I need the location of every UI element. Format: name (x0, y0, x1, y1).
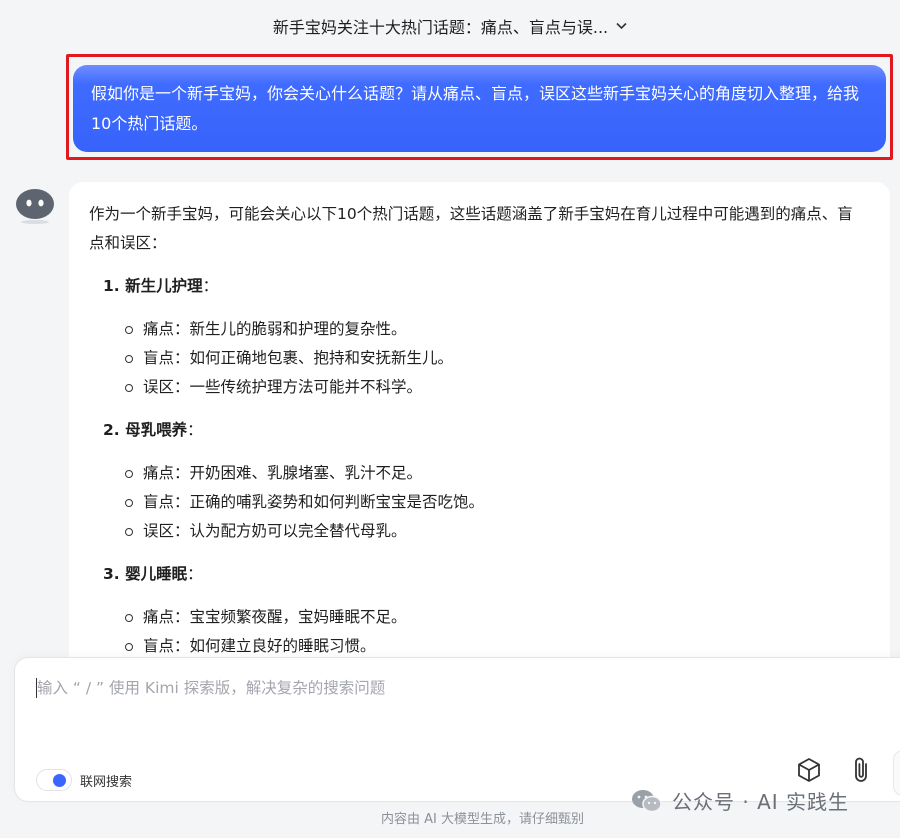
bot-message-text: 作为一个新手宝妈，可能会关心以下10个热门话题，这些话题涵盖了新手宝妈在育儿过程… (89, 200, 866, 675)
web-search-switch[interactable] (36, 769, 72, 791)
user-message-highlight: 假如你是一个新手宝妈，你会关心什么话题？请从痛点、盲点，误区这些新手宝妈关心的角… (66, 54, 893, 160)
list-item: 误区：认为配方奶可以完全替代母乳。 (125, 517, 866, 546)
send-button[interactable] (893, 750, 900, 796)
user-message-bubble: 假如你是一个新手宝妈，你会关心什么话题？请从痛点、盲点，误区这些新手宝妈关心的角… (73, 65, 886, 152)
chat-title-bar[interactable]: 新手宝妈关注十大热门话题：痛点、盲点与误... (0, 0, 900, 52)
chat-input-box[interactable]: 输入 “ / ” 使用 Kimi 探索版，解决复杂的搜索问题 联网搜索 (14, 657, 900, 802)
list-item: 盲点：正确的哺乳姿势和如何判断宝宝是否吃饱。 (125, 488, 866, 517)
chat-title[interactable]: 新手宝妈关注十大热门话题：痛点、盲点与误... (273, 14, 608, 38)
web-search-toggle[interactable]: 联网搜索 (36, 769, 132, 791)
user-message-text: 假如你是一个新手宝妈，你会关心什么话题？请从痛点、盲点，误区这些新手宝妈关心的角… (91, 84, 860, 133)
chat-input-placeholder[interactable]: 输入 “ / ” 使用 Kimi 探索版，解决复杂的搜索问题 (37, 676, 385, 698)
section-title: 3. 婴儿睡眠： (103, 565, 203, 583)
list-item: 盲点：如何正确地包裹、抱持和安抚新生儿。 (125, 344, 866, 373)
section-points: 痛点：开奶困难、乳腺堵塞、乳汁不足。 盲点：正确的哺乳姿势和如何判断宝宝是否吃饱… (89, 459, 866, 546)
chevron-down-icon[interactable] (616, 19, 627, 33)
section-points: 痛点：宝宝频繁夜醒，宝妈睡眠不足。 盲点：如何建立良好的睡眠习惯。 (89, 603, 866, 661)
web-search-label: 联网搜索 (80, 774, 133, 790)
section-title: 1. 新生儿护理： (103, 277, 219, 295)
list-item: 痛点：宝宝频繁夜醒，宝妈睡眠不足。 (125, 603, 866, 632)
section-points: 痛点：新生儿的脆弱和护理的复杂性。 盲点：如何正确地包裹、抱持和安抚新生儿。 误… (89, 315, 866, 402)
list-item: 痛点：开奶困难、乳腺堵塞、乳汁不足。 (125, 459, 866, 488)
list-item: 误区：一些传统护理方法可能并不科学。 (125, 373, 866, 402)
bot-intro: 作为一个新手宝妈，可能会关心以下10个热门话题，这些话题涵盖了新手宝妈在育儿过程… (89, 205, 853, 252)
cube-icon[interactable] (795, 756, 823, 784)
section-title: 2. 母乳喂养： (103, 421, 203, 439)
list-item: 痛点：新生儿的脆弱和护理的复杂性。 (125, 315, 866, 344)
bot-avatar (15, 186, 55, 226)
paperclip-icon[interactable] (848, 755, 874, 785)
disclaimer-text: 内容由 AI 大模型生成，请仔细甄别 (381, 812, 584, 827)
